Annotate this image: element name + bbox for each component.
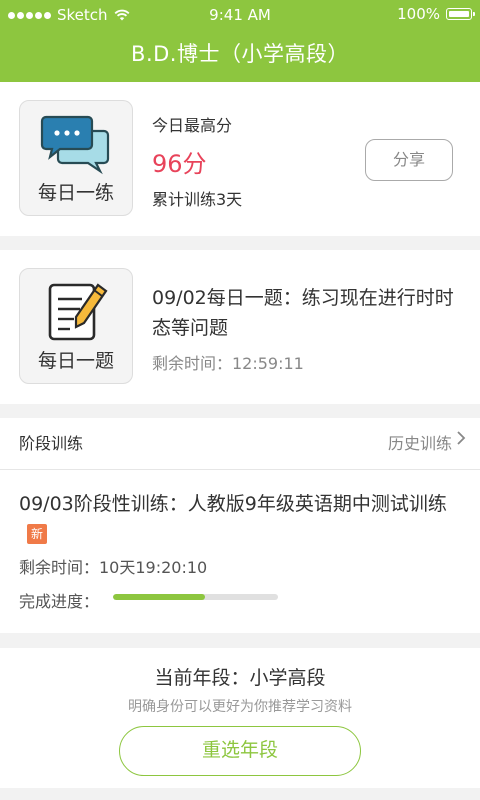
share-button[interactable]: 分享 [365, 139, 453, 181]
stage-training-remaining: 剩余时间：10天19:20:10 [19, 558, 208, 577]
page-title: B.D.博士（小学高段） [131, 42, 349, 66]
divider [0, 469, 480, 470]
daily-question-card[interactable]: 每日一题 09/02每日一题：练习现在进行时时态等问题 剩余时间：12:59:1… [0, 250, 480, 404]
stage-training-heading: 阶段训练 [19, 434, 84, 453]
new-badge: 新 [27, 524, 47, 544]
battery-percent: 100% [397, 5, 440, 23]
stage-training-card: 阶段训练 历史训练 09/03阶段性训练：人教版9年级英语期中测试训练新 剩余时… [0, 418, 480, 633]
daily-question-tile[interactable]: 每日一题 [19, 268, 133, 384]
stage-training-title[interactable]: 09/03阶段性训练：人教版9年级英语期中测试训练新 [19, 489, 459, 549]
daily-practice-caption: 每日一练 [37, 182, 114, 204]
chat-bubbles-icon [40, 115, 110, 175]
progress-label: 完成进度： [19, 592, 100, 611]
app-header: Sketch 9:41 AM 100% B.D.博士（小学高段） [0, 0, 480, 82]
progress-bar [113, 594, 278, 600]
history-training-link[interactable]: 历史训练 [388, 430, 452, 454]
today-score-value: 96分 [152, 150, 207, 178]
notepad-pencil-icon [48, 283, 108, 341]
grade-hint: 明确身份可以更好为你推荐学习资料 [128, 699, 352, 715]
battery-icon [446, 8, 475, 20]
training-streak: 累计训练3天 [152, 190, 243, 209]
current-grade: 当前年段：小学高段 [154, 667, 326, 689]
today-score-label: 今日最高分 [152, 116, 233, 135]
daily-question-remaining: 剩余时间：12:59:11 [152, 354, 304, 373]
daily-question-title: 09/02每日一题：练习现在进行时时态等问题 [152, 287, 454, 339]
status-bar: Sketch 9:41 AM 100% [0, 0, 480, 30]
daily-practice-tile[interactable]: 每日一练 [19, 100, 133, 216]
daily-question-caption: 每日一题 [37, 350, 114, 372]
progress-fill [113, 594, 206, 600]
chevron-right-icon[interactable] [456, 430, 466, 450]
daily-practice-card: 每日一练 今日最高分 96分 累计训练3天 分享 [0, 82, 480, 236]
battery-area: 100% [397, 5, 475, 23]
stage-training-title-text: 09/03阶段性训练：人教版9年级英语期中测试训练 [19, 493, 447, 515]
grade-card: 当前年段：小学高段 明确身份可以更好为你推荐学习资料 重选年段 [0, 648, 480, 788]
reselect-grade-button[interactable]: 重选年段 [119, 726, 361, 776]
